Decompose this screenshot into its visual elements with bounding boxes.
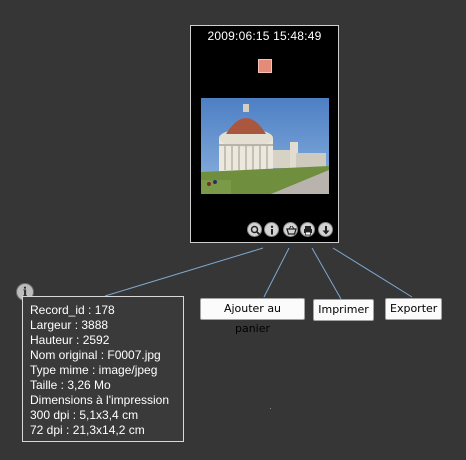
download-icon[interactable] xyxy=(318,222,333,237)
connector-cart xyxy=(263,247,290,298)
info-height: Hauteur : 2592 xyxy=(30,333,110,347)
info-icon[interactable] xyxy=(264,222,279,237)
export-button[interactable]: Exporter xyxy=(385,298,442,320)
connector-print xyxy=(311,247,342,300)
info-mime-type: Type mime : image/jpeg xyxy=(30,363,158,377)
photo-thumbnail[interactable] xyxy=(201,98,329,194)
info-print-dimensions: Dimensions à l'impression xyxy=(30,393,170,407)
capture-date: 2009:06:15 15:48:49 xyxy=(207,29,322,43)
thumbnail-card[interactable]: 2009:06:15 15:48:49 xyxy=(190,25,339,243)
stray-pixel xyxy=(270,408,271,409)
info-300dpi: 300 dpi : 5,1x3,4 cm xyxy=(30,408,139,422)
info-original-name: Nom original : F0007.jpg xyxy=(30,348,161,362)
info-width: Largeur : 3888 xyxy=(30,318,109,332)
connector-export xyxy=(332,247,413,298)
basket-icon[interactable] xyxy=(283,222,298,237)
selection-checkbox[interactable] xyxy=(258,59,272,73)
print-icon[interactable] xyxy=(300,222,315,237)
zoom-icon[interactable] xyxy=(247,222,262,237)
info-panel: Record_id : 178 Largeur : 3888 Hauteur :… xyxy=(22,296,184,442)
info-size: Taille : 3,26 Mo xyxy=(30,378,111,392)
add-to-cart-button[interactable]: Ajouter au panier xyxy=(200,298,305,335)
connector-info xyxy=(104,247,264,297)
info-record-id: Record_id : 178 xyxy=(30,303,115,317)
print-button[interactable]: Imprimer xyxy=(313,299,374,321)
info-72dpi: 72 dpi : 21,3x14,2 cm xyxy=(30,423,145,437)
